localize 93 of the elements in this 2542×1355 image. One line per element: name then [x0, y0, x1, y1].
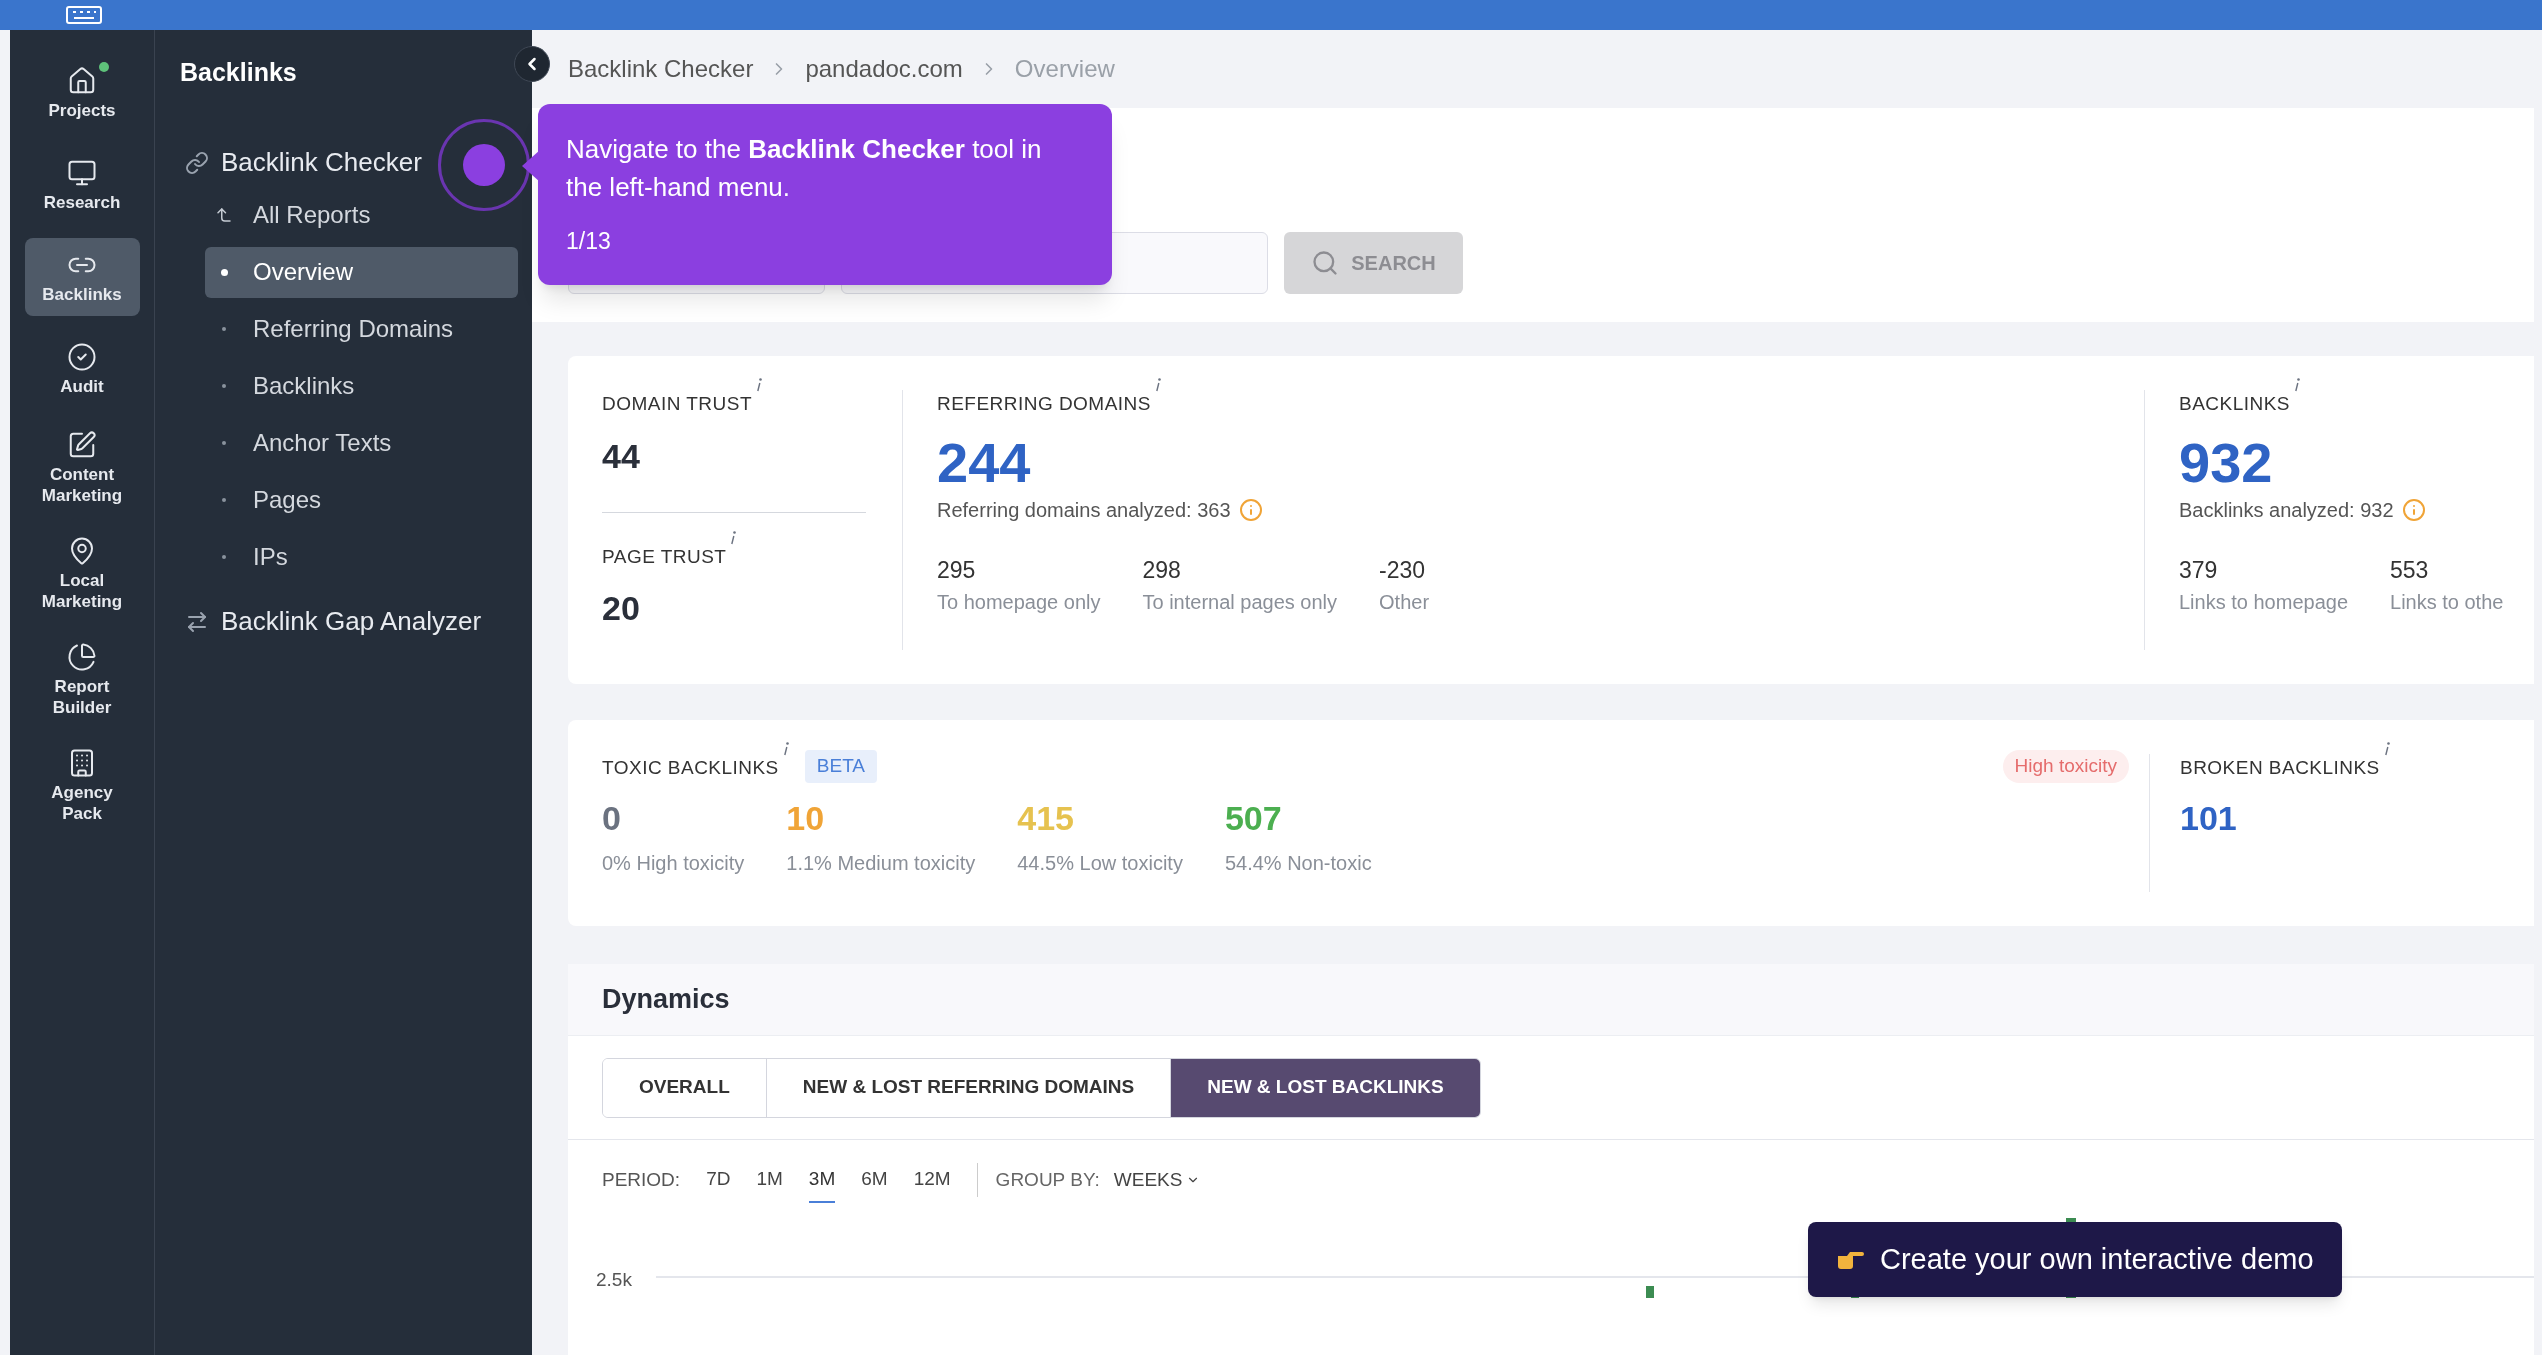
bullet-icon [222, 441, 226, 445]
info-icon [755, 378, 762, 392]
link-gap-icon [185, 609, 209, 634]
rail-item[interactable]: Report Builder [24, 634, 140, 726]
stat-label: PAGE TRUST [602, 544, 727, 569]
toxicity-value: 10 [786, 797, 826, 839]
rail-item[interactable]: Content Marketing [24, 422, 140, 514]
section-title: Dynamics [602, 983, 730, 1017]
toxicity-value: 0 [602, 797, 622, 839]
keyboard-icon [66, 6, 102, 24]
rail-item[interactable]: Research [24, 146, 140, 224]
info-icon [782, 742, 789, 756]
stat-value: 101 [2180, 797, 2238, 839]
sidebar-subitem[interactable]: IPs [205, 531, 518, 583]
bullet-icon [222, 384, 226, 388]
demo-button[interactable]: Create your own interactive demo [1808, 1222, 2342, 1297]
toxicity-value: 507 [1224, 797, 1283, 839]
beta-badge: BETA [804, 750, 877, 783]
tab[interactable]: NEW & LOST BACKLINKS [1170, 1058, 1480, 1117]
breakdown-value: 379 [2179, 555, 2219, 585]
sidebar-subitem[interactable]: Anchor Texts [205, 417, 518, 469]
info-icon [2401, 497, 2426, 522]
period-option[interactable]: 6M [861, 1156, 888, 1204]
sidebar-subitem[interactable]: Overview [205, 246, 518, 298]
check-circle-icon [67, 341, 97, 372]
rail-item[interactable]: Backlinks [24, 238, 140, 316]
info-icon [2383, 742, 2390, 756]
sidebar-title: Backlinks [180, 57, 298, 88]
rail-item[interactable]: Audit [24, 330, 140, 408]
stat-value: 44 [602, 435, 641, 477]
rail-item[interactable]: Projects [24, 54, 140, 132]
bullet-icon [220, 268, 228, 276]
toxicity-label: 0% High toxicity [602, 850, 745, 876]
pointing-hand-icon [1836, 1249, 1864, 1270]
breadcrumb-item[interactable]: Backlink Checker [568, 51, 754, 87]
period-label: PERIOD: [602, 1167, 681, 1192]
tooltip-text: Navigate to the Backlink Checker tool in the left-hand menu. [566, 133, 1043, 204]
bullet-icon [222, 498, 226, 502]
period-option[interactable]: 1M [756, 1156, 783, 1204]
stat-label: BACKLINKS [2179, 392, 2290, 416]
group-by-label: GROUP BY: [995, 1167, 1100, 1192]
stat-label: REFERRING DOMAINS [937, 392, 1151, 416]
period-option[interactable]: 12M [913, 1156, 951, 1204]
toxicity-label: 1.1% Medium toxicity [786, 850, 976, 876]
breakdown-value: 295 [937, 555, 977, 585]
stat-label: DOMAIN TRUST [602, 392, 752, 416]
group-by-dropdown[interactable]: WEEKS [1113, 1165, 1201, 1195]
search-icon [1311, 249, 1340, 277]
bullet-icon [222, 555, 226, 559]
info-icon [2293, 378, 2300, 392]
sidebar-subitem[interactable]: Pages [205, 474, 518, 526]
back-icon [215, 206, 233, 224]
rail-item[interactable]: Local Marketing [24, 528, 140, 620]
breakdown-value: -230 [1379, 555, 1427, 585]
info-icon [1238, 497, 1263, 522]
stat-label: TOXIC BACKLINKS [602, 756, 779, 780]
stat-value: 20 [602, 588, 641, 629]
sidebar-subitem[interactable]: All Reports [205, 189, 518, 241]
breakdown-value: 553 [2390, 555, 2430, 585]
bullet-icon [222, 327, 226, 331]
step-counter: 1/13 [566, 227, 612, 256]
sidebar-tool[interactable]: Backlink Checker [175, 135, 518, 190]
pie-chart-icon [67, 642, 97, 672]
edit-icon [67, 430, 97, 460]
breakdown-label: Links to homepage [2179, 590, 2348, 615]
period-option[interactable]: 3M [808, 1156, 836, 1204]
stat-label: BROKEN BACKLINKS [2180, 756, 2380, 780]
breadcrumb-item[interactable]: pandadoc.com [805, 51, 963, 87]
collapse-button[interactable] [514, 46, 550, 82]
stat-note: Referring domains analyzed: 363 [937, 497, 1231, 523]
sidebar-subitem[interactable]: Backlinks [205, 360, 518, 412]
axis-tick: 2.5k [596, 1268, 633, 1292]
breadcrumb-item: Overview [1014, 54, 1115, 84]
toxicity-label: 54.4% Non-toxic [1224, 850, 1372, 876]
info-icon [1154, 378, 1161, 392]
sidebar-tool[interactable]: Backlink Gap Analyzer [175, 594, 518, 649]
toxicity-label: 44.5% Low toxicity [1017, 850, 1183, 876]
stat-value: 244 [937, 430, 1032, 495]
rail-item[interactable]: Agency Pack [24, 740, 140, 832]
breakdown-label: Other [1379, 590, 1430, 615]
link-icon [185, 150, 209, 175]
stat-note: Backlinks analyzed: 932 [2179, 497, 2394, 523]
breakdown-label: To internal pages only [1142, 590, 1338, 615]
home-icon [67, 65, 97, 96]
toxicity-tag: High toxicity [2002, 750, 2129, 783]
breakdown-value: 298 [1142, 555, 1182, 585]
sidebar-subitem[interactable]: Referring Domains [205, 303, 518, 355]
toxicity-value: 415 [1017, 797, 1075, 839]
breakdown-label: Links to othe [2390, 590, 2504, 615]
stat-value: 932 [2179, 430, 2274, 495]
period-option[interactable]: 7D [706, 1156, 731, 1204]
breakdown-label: To homepage only [937, 590, 1101, 615]
info-icon [730, 530, 737, 545]
